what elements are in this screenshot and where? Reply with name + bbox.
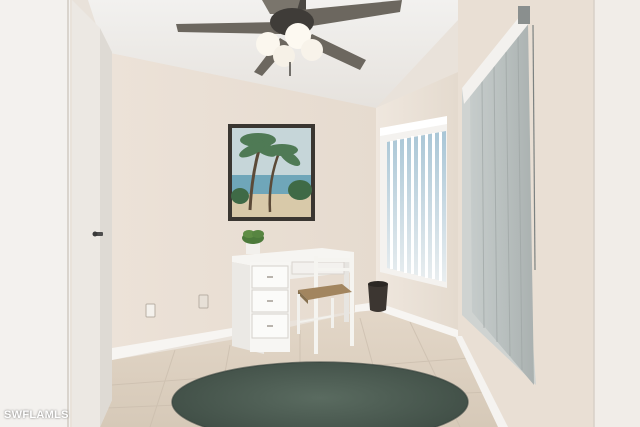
wall-outlet-icon [198,294,209,309]
wall-pillar [594,0,640,427]
blind-bracket [518,6,530,24]
room-illustration [0,0,640,427]
framed-beach-painting [228,124,315,221]
closet-frame [0,0,70,427]
wall-outlet-icon [145,303,156,318]
room-photo: SWFLAMLS [0,0,640,427]
door-handle-icon [92,231,103,237]
ceramic-pot [368,281,388,312]
window-view [387,131,446,282]
watermark: SWFLAMLS [4,409,69,421]
